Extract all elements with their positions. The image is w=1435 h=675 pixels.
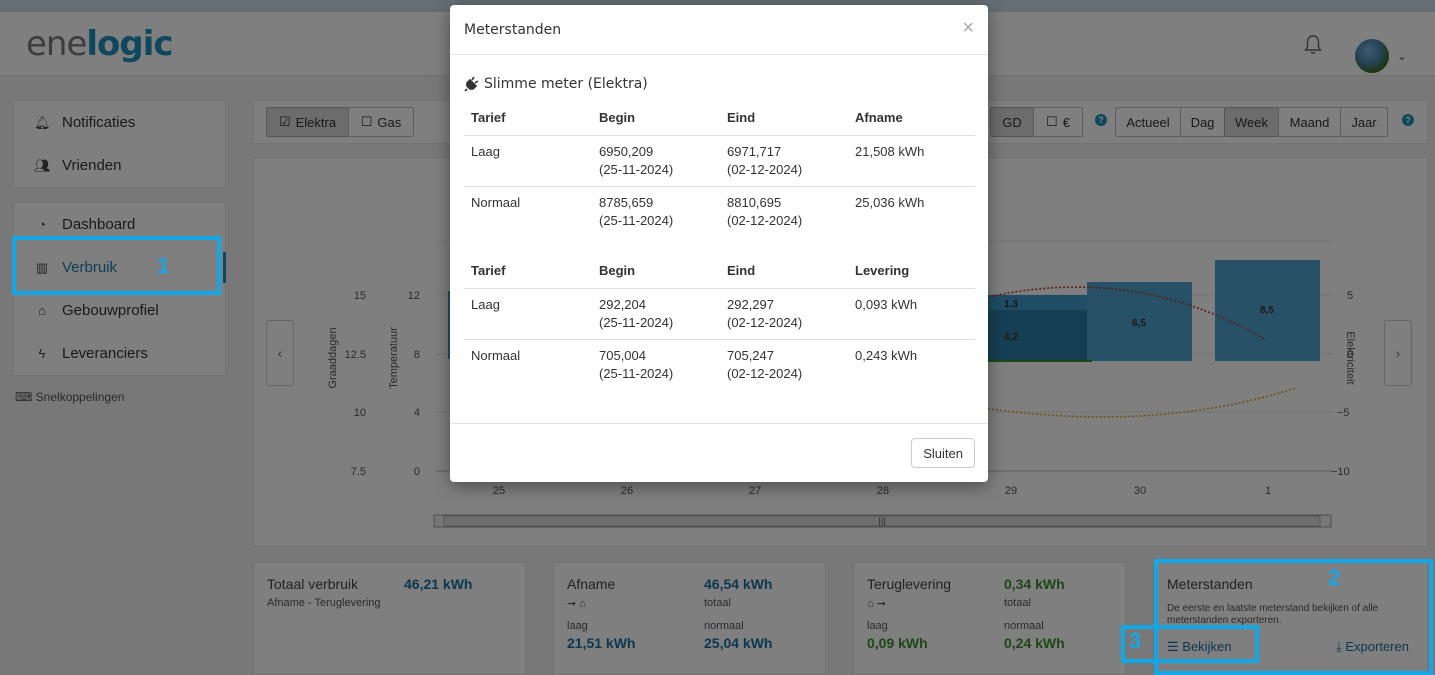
cell-value: 21,508 kWh <box>848 135 975 187</box>
cell-begin: 8785,659 (25-11-2024) <box>599 194 674 228</box>
sluiten-button[interactable]: Sluiten <box>911 438 975 468</box>
modal-subtitle: Slimme meter (Elektra) <box>464 76 648 92</box>
modal-footer: Sluiten <box>450 423 988 482</box>
cell-eind: 705,247 (02-12-2024) <box>727 347 803 381</box>
col-begin: Begin <box>592 254 720 289</box>
table-row: Normaal 705,004 (25-11-2024) 705,247 (02-1… <box>464 339 975 390</box>
cell-begin: 292,204 (25-11-2024) <box>592 288 720 340</box>
cell-eind: 8810,695 (02-12-2024) <box>727 194 803 228</box>
cell-begin: 6950,209 (25-11-2024) <box>592 135 720 187</box>
meterstanden-modal: Meterstanden × Slimme meter (Elektra) Ta… <box>450 5 988 482</box>
col-tarief: Tarief <box>464 254 592 289</box>
cell-tarief: Normaal <box>471 347 521 363</box>
plug-icon <box>464 76 479 92</box>
cell-tarief: Laag <box>464 135 592 187</box>
annotation-number-2: 2 <box>1328 565 1341 590</box>
close-icon[interactable]: × <box>962 17 974 40</box>
table-row: Laag 292,204 (25-11-2024) 292,297 (02-12-2… <box>464 288 975 340</box>
cell-value: 0,093 kWh <box>848 288 975 340</box>
col-levering: Levering <box>848 254 975 289</box>
cell-eind: 292,297 (02-12-2024) <box>720 288 848 340</box>
col-eind: Eind <box>720 254 848 289</box>
col-eind: Eind <box>720 101 848 136</box>
table-header-row: Tarief Begin Eind Levering <box>464 254 975 289</box>
afname-table: Tarief Begin Eind Afname Laag 6950,209 (2… <box>464 101 975 237</box>
highlight-box-1 <box>12 236 221 295</box>
table-header-row: Tarief Begin Eind Afname <box>464 101 975 136</box>
levering-table: Tarief Begin Eind Levering Laag 292,204(… <box>464 254 975 390</box>
cell-eind: 6971,717 (02-12-2024) <box>720 135 848 187</box>
annotation-number-1: 1 <box>157 253 170 278</box>
table-row: Laag 6950,209 (25-11-2024) 6971,717 (02-12… <box>464 135 975 187</box>
col-afname: Afname <box>848 101 975 136</box>
modal-title: Meterstanden <box>464 22 562 38</box>
cell-tarief: Normaal <box>471 194 521 210</box>
highlight-box-3 <box>1121 625 1259 663</box>
col-begin: Begin <box>592 101 720 136</box>
table-row: Normaal 8785,659 (25-11-2024) 8810,695 (02… <box>464 186 975 237</box>
cell-value: 0,243 kWh <box>855 347 918 363</box>
annotation-number-3: 3 <box>1129 628 1142 653</box>
modal-header: Meterstanden × <box>450 5 988 55</box>
cell-tarief: Laag <box>464 288 592 340</box>
col-tarief: Tarief <box>464 101 592 136</box>
cell-begin: 705,004 (25-11-2024) <box>599 347 674 381</box>
cell-value: 25,036 kWh <box>855 194 925 210</box>
